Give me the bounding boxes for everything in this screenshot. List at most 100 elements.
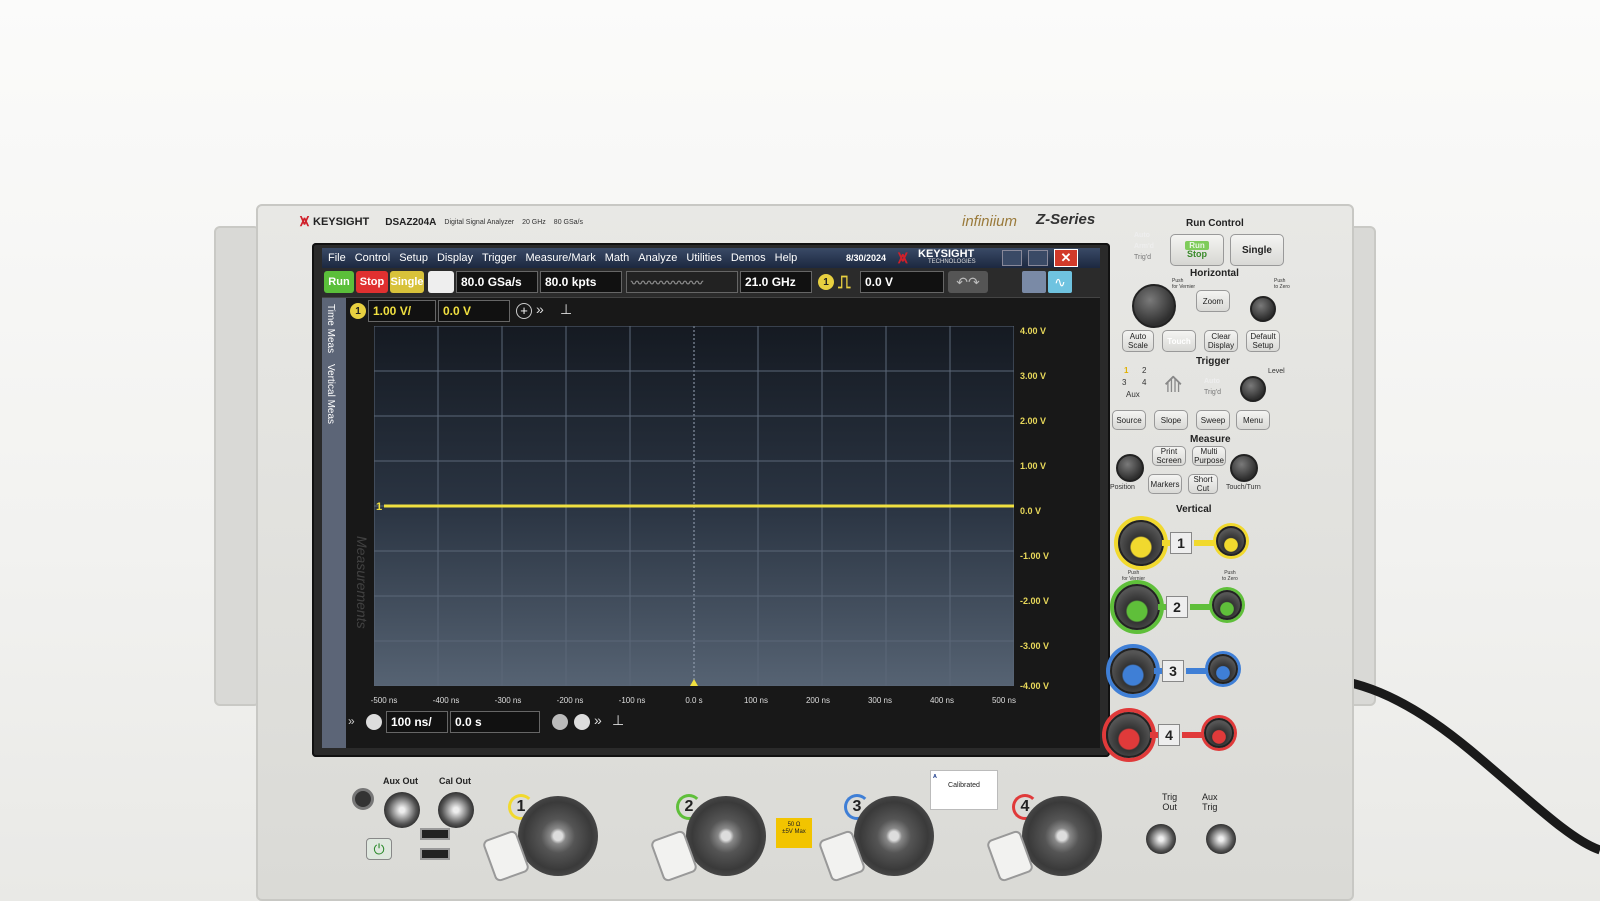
channel-3-offset-knob[interactable] (1208, 654, 1238, 684)
channel-1-offset-field[interactable]: 0.0 V (438, 300, 510, 322)
x-label: 0.0 s (685, 696, 703, 705)
single-button[interactable]: Single (390, 271, 424, 293)
channel-1-scale-knob[interactable] (1118, 520, 1164, 566)
horizontal-scale-knob[interactable] (1132, 284, 1176, 328)
pin-icon[interactable]: ⊥ (560, 301, 572, 318)
trigger-level-knob[interactable] (1240, 376, 1266, 402)
menu-setup[interactable]: Setup (399, 252, 428, 264)
auto-scale-key[interactable]: Auto Scale (1122, 330, 1154, 352)
channel-4-key[interactable]: 4 (1158, 724, 1180, 746)
trigger-slope-key[interactable]: Slope (1154, 410, 1188, 430)
trigger-edge-icon[interactable]: ⎍ (838, 271, 858, 293)
touch-turn-knob[interactable] (1230, 454, 1258, 482)
maximize-icon[interactable] (1028, 250, 1048, 266)
short-cut-key[interactable]: Short Cut (1188, 474, 1218, 494)
minimize-icon[interactable] (1002, 250, 1022, 266)
menu-demos[interactable]: Demos (731, 252, 766, 264)
layout-icon[interactable] (1022, 271, 1046, 293)
aux-out-connector[interactable] (384, 792, 420, 828)
memory-depth-field[interactable]: 80.0 kpts (540, 271, 622, 293)
waveform-graticule[interactable]: 1 Measurements (354, 326, 1014, 686)
run-button[interactable]: Run (324, 271, 354, 293)
zoom-key[interactable]: Zoom (1196, 290, 1230, 312)
push-zero-label: Push to Zero (1274, 278, 1290, 290)
channel-2-scale-knob[interactable] (1114, 584, 1160, 630)
input-4-connector[interactable] (1022, 796, 1102, 876)
channel-4-color-bar (1150, 732, 1158, 738)
channel-1-key[interactable]: 1 (1170, 532, 1192, 554)
menu-control[interactable]: Control (355, 252, 390, 264)
input-2-connector[interactable] (686, 796, 766, 876)
acquire-mode-button[interactable] (428, 271, 454, 293)
touch-screen[interactable]: File Control Setup Display Trigger Measu… (322, 248, 1100, 748)
channel-2-key[interactable]: 2 (1166, 596, 1188, 618)
aux-trig-connector[interactable] (1206, 824, 1236, 854)
vertical-push-vernier-label: Push for Vernier (1122, 570, 1146, 582)
menu-analyze[interactable]: Analyze (638, 252, 677, 264)
timebase-icon[interactable] (366, 714, 382, 730)
channel-2-offset-knob[interactable] (1212, 590, 1242, 620)
menu-trigger[interactable]: Trigger (482, 252, 516, 264)
screen-logo-icon: ⩙ (898, 248, 908, 267)
cal-out-connector[interactable] (438, 792, 474, 828)
input-1-connector[interactable] (518, 796, 598, 876)
default-setup-key[interactable]: Default Setup (1246, 330, 1280, 352)
power-button-icon[interactable]: ⏻ (366, 838, 392, 860)
channel-3-color-bar (1186, 668, 1208, 674)
channel-1-badge[interactable]: 1 (350, 303, 366, 319)
channel-3-scale-knob[interactable] (1110, 648, 1156, 694)
trigger-level-field[interactable]: 0.0 V (860, 271, 944, 293)
horizontal-position-knob[interactable] (1250, 296, 1276, 322)
timebase-settings-icon[interactable] (552, 714, 568, 730)
multi-purpose-key[interactable]: Multi Purpose (1192, 446, 1226, 466)
touch-key[interactable]: Touch (1162, 330, 1196, 352)
measure-position-knob[interactable] (1116, 454, 1144, 482)
undo-icon[interactable]: ↶↷ (948, 271, 988, 293)
sample-rate-field[interactable]: 80.0 GSa/s (456, 271, 538, 293)
close-icon[interactable]: ✕ (1054, 249, 1078, 267)
signal-icon[interactable]: ∿ (1048, 271, 1072, 293)
markers-key[interactable]: Markers (1148, 474, 1182, 494)
timebase-more-icon[interactable]: » (594, 712, 602, 728)
trig-out-connector[interactable] (1146, 824, 1176, 854)
expand-icon[interactable]: » (536, 301, 544, 317)
vertical-push-zero-label: Push to Zero (1222, 570, 1238, 582)
add-channel-icon[interactable]: + (516, 303, 532, 319)
channel-4-scale-knob[interactable] (1106, 712, 1152, 758)
single-key[interactable]: Single (1230, 234, 1284, 266)
trigger-menu-key[interactable]: Menu (1236, 410, 1270, 430)
channel-1-color-bar (1162, 540, 1170, 546)
print-screen-key[interactable]: Print Screen (1152, 446, 1186, 466)
y-label: 4.00 V (1020, 326, 1047, 336)
menu-utilities[interactable]: Utilities (686, 252, 721, 264)
timebase-position-field[interactable]: 0.0 s (450, 711, 540, 733)
ground-terminal-icon[interactable] (352, 788, 374, 810)
trigger-sweep-key[interactable]: Sweep (1196, 410, 1230, 430)
menu-display[interactable]: Display (437, 252, 473, 264)
side-tab-bar: Time Meas Vertical Meas (322, 298, 346, 748)
clear-display-key[interactable]: Clear Display (1204, 330, 1238, 352)
menu-file[interactable]: File (328, 252, 346, 264)
trigger-position-marker (690, 679, 698, 686)
channel-3-key[interactable]: 3 (1162, 660, 1184, 682)
channel-4-offset-knob[interactable] (1204, 718, 1234, 748)
menu-math[interactable]: Math (605, 252, 629, 264)
stop-button[interactable]: Stop (356, 271, 388, 293)
menu-measure-mark[interactable]: Measure/Mark (525, 252, 595, 264)
usb-port-icon[interactable] (420, 848, 450, 860)
run-stop-key[interactable]: Run Stop (1170, 234, 1224, 266)
tab-vertical-meas[interactable]: Vertical Meas (325, 364, 336, 424)
trigger-source-key[interactable]: Source (1112, 410, 1146, 430)
timebase-zoom-icon[interactable] (574, 714, 590, 730)
timebase-pin-icon[interactable]: ⊥ (612, 712, 624, 729)
channel-1-scale-field[interactable]: 1.00 V/ (368, 300, 436, 322)
timebase-expand-icon[interactable]: » (348, 714, 355, 728)
trigger-channel-badge[interactable]: 1 (818, 274, 834, 290)
bandwidth-field[interactable]: 21.0 GHz (740, 271, 812, 293)
timebase-scale-field[interactable]: 100 ns/ (386, 711, 448, 733)
input-3-connector[interactable] (854, 796, 934, 876)
tab-time-meas[interactable]: Time Meas (325, 304, 336, 353)
usb-port-icon[interactable] (420, 828, 450, 840)
menu-help[interactable]: Help (775, 252, 798, 264)
channel-1-offset-knob[interactable] (1216, 526, 1246, 556)
